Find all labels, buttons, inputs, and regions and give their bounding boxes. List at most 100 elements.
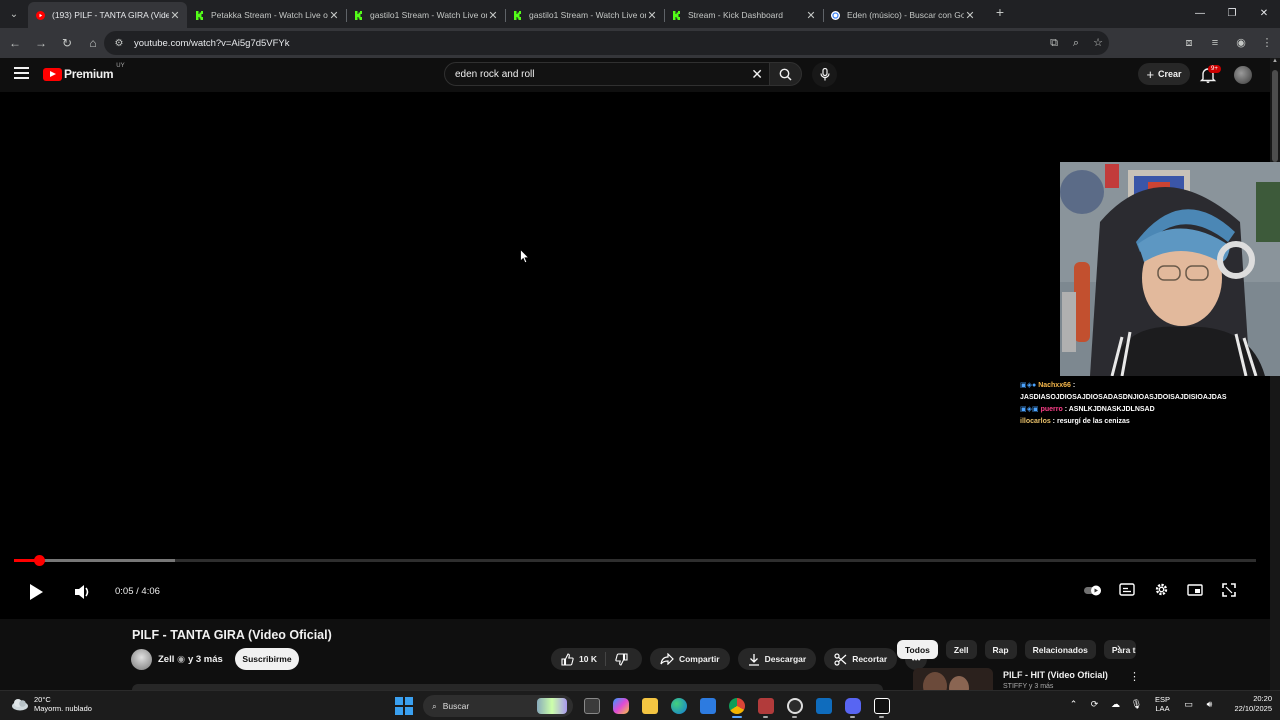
window-controls: — ❐ ✕ (1184, 0, 1280, 28)
chevron-up-icon[interactable]: ⌃ (1063, 699, 1084, 710)
close-window-icon[interactable]: ✕ (1248, 0, 1280, 28)
account-avatar[interactable] (1234, 66, 1252, 84)
extensions-icon[interactable]: ⧈ (1176, 31, 1202, 55)
fullscreen-icon[interactable] (1212, 582, 1246, 597)
task-view-icon[interactable] (577, 694, 606, 718)
share-button[interactable]: Compartir (649, 648, 730, 670)
search-button[interactable] (769, 62, 802, 86)
site-info-icon[interactable]: ⚙ (110, 38, 128, 49)
subtitles-icon[interactable] (1110, 583, 1144, 596)
clock[interactable]: 20:20 22/10/2025 (1226, 694, 1272, 714)
voice-search-button[interactable] (812, 62, 837, 87)
edge-icon[interactable] (664, 694, 693, 718)
tab-title: gastilo1 Stream - Watch Live on Kick (370, 10, 487, 20)
tab-google-search[interactable]: Eden (músico) - Buscar con Google ✕ (823, 2, 982, 28)
search-input[interactable] (455, 68, 735, 80)
like-dislike-pill: 10 K (551, 648, 642, 670)
zoom-icon[interactable]: ⌕ (1065, 33, 1087, 53)
bookmark-star-icon[interactable]: ☆ (1087, 33, 1109, 53)
browser-menu-icon[interactable]: ⋮ (1254, 31, 1280, 55)
copilot-icon[interactable] (606, 694, 635, 718)
youtube-premium-logo[interactable]: Premium UY (43, 63, 125, 81)
file-explorer-icon[interactable] (635, 694, 664, 718)
tab-search-button[interactable]: ⌄ (3, 3, 25, 25)
network-icon[interactable]: ▭ (1178, 699, 1199, 710)
create-button[interactable]: + Crear (1138, 63, 1190, 85)
scrubber-handle[interactable] (33, 555, 45, 566)
logo-text: Premium (64, 67, 114, 81)
weather-widget[interactable]: 20°C Mayorm. nublado (11, 695, 92, 713)
discord-icon[interactable] (838, 694, 867, 718)
clock-date: 22/10/2025 (1234, 704, 1272, 713)
share-label: Compartir (678, 654, 720, 664)
theater-mode-icon[interactable] (1178, 583, 1212, 596)
recommendation-title[interactable]: PILF - HIT (Video Oficial) (1003, 670, 1108, 680)
close-tab-icon[interactable]: ✕ (646, 9, 658, 22)
chip-relacionados[interactable]: Relacionados (1024, 640, 1096, 659)
dislike-button[interactable] (606, 652, 642, 666)
video-player[interactable]: ▣◈● Nachxx66 : JASDIASOJDIOSAJDIOSADASDNJ… (0, 92, 1280, 619)
media-control-icon[interactable]: ≡ (1202, 31, 1228, 55)
microphone-icon[interactable]: 🎙︎ (1126, 699, 1147, 710)
channel-name[interactable]: Zell ◉ y 3 más (158, 654, 223, 665)
reload-icon[interactable]: ↻ (55, 31, 79, 55)
chip-rap[interactable]: Rap (984, 640, 1017, 659)
like-button[interactable]: 10 K (551, 652, 606, 666)
filter-chips: Todos Zell Rap Relacionados Para ti (897, 640, 1144, 659)
play-icon[interactable] (26, 582, 46, 602)
clip-button[interactable]: Recortar (824, 648, 898, 670)
close-tab-icon[interactable]: ✕ (487, 9, 499, 22)
chevron-right-icon[interactable]: › (1117, 642, 1121, 654)
close-tab-icon[interactable]: ✕ (964, 9, 976, 22)
outlook-icon[interactable] (809, 694, 838, 718)
clear-search-icon[interactable]: ✕ (751, 66, 763, 83)
volume-icon[interactable] (74, 584, 92, 600)
volume-icon[interactable]: 🔊︎ (1199, 699, 1220, 710)
tab-kick-gastilo-2[interactable]: gastilo1 Stream - Watch Live on Kick ✕ (505, 2, 665, 28)
onedrive-icon[interactable]: ☁ (1105, 699, 1126, 710)
tab-kick-petakka[interactable]: Petakka Stream - Watch Live on Kick ✕ (187, 2, 347, 28)
microsoft-store-icon[interactable] (693, 694, 722, 718)
autoplay-toggle[interactable] (1076, 584, 1110, 596)
page-scrollbar[interactable]: ▲ (1270, 58, 1280, 720)
back-icon[interactable]: ← (3, 31, 27, 55)
tab-kick-gastilo-1[interactable]: gastilo1 Stream - Watch Live on Kick ✕ (346, 2, 506, 28)
capcut-icon[interactable] (867, 694, 896, 718)
progress-bar[interactable] (14, 555, 1256, 566)
forward-icon[interactable]: → (29, 31, 53, 55)
taskbar-search[interactable]: ⌕ Buscar (423, 695, 573, 717)
obs-icon[interactable] (780, 694, 809, 718)
settings-gear-icon[interactable] (1144, 582, 1178, 597)
windows-start-icon[interactable] (395, 697, 413, 715)
close-tab-icon[interactable]: ✕ (805, 9, 817, 22)
close-tab-icon[interactable]: ✕ (328, 9, 340, 22)
scrollbar-thumb[interactable] (1272, 70, 1278, 162)
install-app-icon[interactable]: ⧉ (1043, 33, 1065, 53)
download-button[interactable]: Descargar (737, 648, 817, 670)
home-icon[interactable]: ⌂ (81, 31, 105, 55)
maximize-icon[interactable]: ❐ (1216, 0, 1248, 28)
chat-badge-icon: ▣◈▣ (1020, 406, 1039, 413)
recommendation-thumbnail[interactable] (913, 668, 993, 690)
channel-avatar[interactable] (131, 649, 152, 670)
chip-zell[interactable]: Zell (945, 640, 977, 659)
minimize-icon[interactable]: — (1184, 0, 1216, 28)
profile-icon[interactable]: ◉ (1228, 31, 1254, 55)
scroll-up-icon[interactable]: ▲ (1270, 58, 1280, 64)
menu-icon[interactable] (14, 67, 29, 81)
browser-toolbar: ← → ↻ ⌂ ⚙ youtube.com/watch?v=Ai5g7d5VFY… (0, 28, 1280, 58)
search-box[interactable]: ✕ (444, 62, 770, 86)
sync-icon[interactable]: ⟳ (1084, 699, 1105, 710)
subscribe-button[interactable]: Suscribirme (235, 648, 299, 670)
address-bar[interactable]: ⚙ youtube.com/watch?v=Ai5g7d5VFYk ⧉ ⌕ ☆ (104, 31, 1109, 55)
more-vertical-icon[interactable]: ⋮ (1129, 670, 1140, 683)
tab-kick-dashboard[interactable]: Stream - Kick Dashboard ✕ (664, 2, 824, 28)
media-app-icon[interactable] (751, 694, 780, 718)
close-tab-icon[interactable]: ✕ (169, 9, 181, 22)
chrome-icon[interactable] (722, 694, 751, 718)
chip-todos[interactable]: Todos (897, 640, 938, 659)
language-indicator[interactable]: ESP LAA (1155, 695, 1170, 713)
new-tab-icon[interactable]: + (988, 4, 1012, 20)
stream-chat-overlay: ▣◈● Nachxx66 : JASDIASOJDIOSAJDIOSADASDNJ… (1020, 380, 1270, 428)
tab-youtube[interactable]: (193) PILF - TANTA GIRA (Video Oficial) … (28, 2, 187, 28)
